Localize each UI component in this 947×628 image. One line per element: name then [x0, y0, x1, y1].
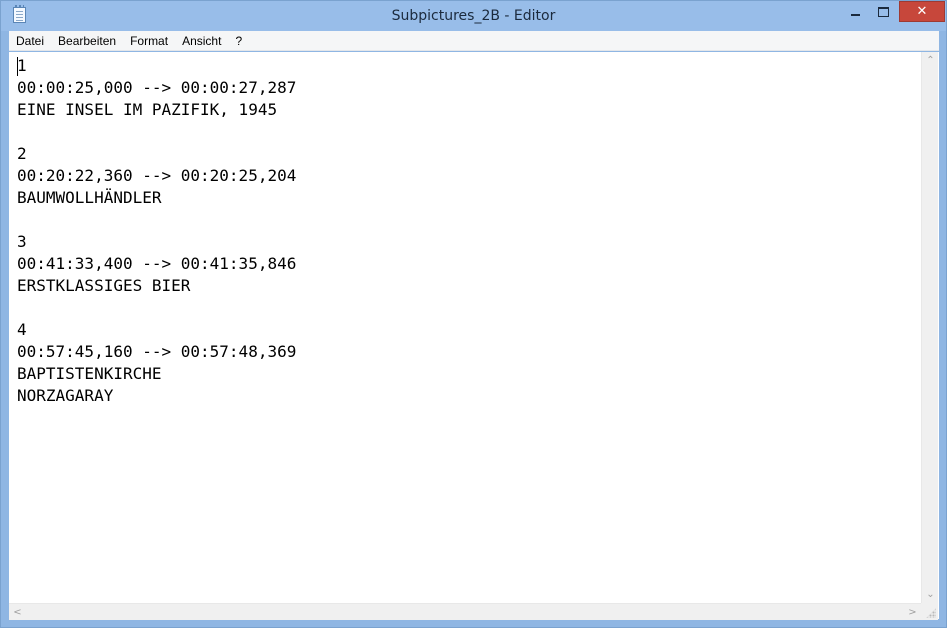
menu-datei[interactable]: Datei: [9, 31, 51, 51]
scroll-down-icon[interactable]: ⌄: [922, 586, 939, 603]
maximize-button[interactable]: [867, 1, 899, 22]
menu-bar: Datei Bearbeiten Format Ansicht ?: [9, 31, 939, 51]
menu-format[interactable]: Format: [123, 31, 175, 51]
title-bar[interactable]: Subpictures_2B - Editor ✕: [1, 1, 946, 31]
close-button[interactable]: ✕: [899, 1, 945, 22]
horizontal-scrollbar[interactable]: < >: [9, 603, 921, 620]
maximize-icon: [877, 6, 889, 17]
scroll-left-icon[interactable]: <: [9, 604, 26, 621]
menu-ansicht[interactable]: Ansicht: [175, 31, 228, 51]
editor-pane: 1 00:00:25,000 --> 00:00:27,287 EINE INS…: [9, 52, 939, 620]
menu-bearbeiten[interactable]: Bearbeiten: [51, 31, 123, 51]
menu-help[interactable]: ?: [228, 31, 249, 51]
vertical-scrollbar[interactable]: ⌃ ⌄: [921, 52, 938, 603]
text-caret: [17, 57, 18, 76]
minimize-icon: [850, 13, 860, 16]
scroll-right-icon[interactable]: >: [904, 604, 921, 621]
editor-window: Subpictures_2B - Editor ✕ Datei Bearbeit…: [0, 0, 947, 628]
text-area[interactable]: 1 00:00:25,000 --> 00:00:27,287 EINE INS…: [9, 52, 921, 603]
scroll-up-icon[interactable]: ⌃: [922, 52, 939, 69]
close-icon: ✕: [916, 4, 928, 19]
resize-grip-icon[interactable]: [926, 608, 936, 618]
scrollbar-corner: [921, 603, 938, 620]
window-title: Subpictures_2B - Editor: [391, 8, 556, 24]
document-text[interactable]: 1 00:00:25,000 --> 00:00:27,287 EINE INS…: [9, 52, 921, 407]
